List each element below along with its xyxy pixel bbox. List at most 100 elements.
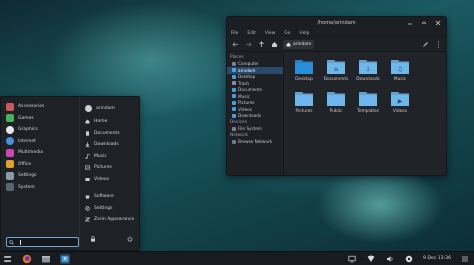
place-software[interactable]: Software <box>81 191 139 203</box>
toolbar: arindam <box>227 38 446 52</box>
user-item[interactable]: arindam <box>81 101 139 116</box>
software-store-button[interactable] <box>60 253 70 264</box>
folder-downloads-icon: ↓ <box>359 60 377 74</box>
screen-icon <box>348 255 356 262</box>
window-titlebar[interactable]: /home/arindam <box>227 17 446 29</box>
place-pictures[interactable]: Pictures <box>81 162 139 174</box>
category-office[interactable]: Office <box>1 159 79 171</box>
sidebar: Places Computer arindam Desktop Trash Do… <box>227 52 284 175</box>
minimize-icon <box>408 23 412 25</box>
notification-icon <box>405 255 413 262</box>
category-games[interactable]: Games <box>1 113 79 125</box>
edit-path-button[interactable] <box>421 41 429 49</box>
menu-view[interactable]: View <box>265 31 275 36</box>
place-label: Music <box>94 153 107 159</box>
folder-item-videos[interactable]: ▶ Videos <box>384 90 416 114</box>
volume-button[interactable] <box>385 254 395 264</box>
session-buttons <box>89 235 133 242</box>
menu-go[interactable]: Go <box>284 31 290 36</box>
workspace-button[interactable] <box>347 254 357 264</box>
videos-icon <box>85 177 90 182</box>
power-icon <box>127 235 132 242</box>
power-button[interactable] <box>126 235 133 242</box>
more-options-button[interactable] <box>434 41 442 49</box>
settings-icon <box>6 171 14 180</box>
sidebar-item-label: Videos <box>238 106 252 112</box>
folder-item-documents[interactable]: ≡ Documents <box>320 58 352 82</box>
folder-item-music[interactable]: ♫ Music <box>384 58 416 82</box>
zorin-menu-button[interactable] <box>3 254 13 264</box>
show-desktop-button[interactable] <box>460 254 470 264</box>
more-vertical-icon <box>437 41 439 48</box>
folder-item-pictures[interactable]: Pictures <box>288 90 320 114</box>
software-icon <box>85 194 90 199</box>
category-internet[interactable]: Internet <box>1 136 79 148</box>
close-button[interactable] <box>434 19 442 27</box>
arrow-right-icon <box>245 42 252 47</box>
folder-templates-icon <box>359 92 377 106</box>
category-label: Multimedia <box>18 150 44 156</box>
sidebar-item-label: Documents <box>238 87 262 93</box>
files-button[interactable] <box>41 254 51 264</box>
forward-button[interactable] <box>244 41 252 49</box>
sidebar-item-label: Music <box>238 93 250 99</box>
firefox-button[interactable] <box>22 254 32 264</box>
folder-item-public[interactable]: Public <box>320 90 352 114</box>
file-view[interactable]: Desktop ≡ Documents ↓ Downloads ♫ Music Picture… <box>284 52 446 175</box>
breadcrumb[interactable]: arindam <box>283 40 315 49</box>
text-caret <box>20 239 21 245</box>
category-system[interactable]: System <box>1 182 79 194</box>
place-settings[interactable]: Settings <box>81 203 139 215</box>
folder-documents-icon: ≡ <box>327 60 345 74</box>
search-input[interactable] <box>6 237 79 247</box>
file-manager-window[interactable]: /home/arindam File Edit View Go Help ari… <box>226 16 447 176</box>
lock-button[interactable] <box>89 235 96 242</box>
software-store-icon <box>61 255 69 262</box>
category-label: Graphics <box>18 127 38 133</box>
minimize-button[interactable] <box>406 19 414 27</box>
place-home[interactable]: Home <box>81 116 139 128</box>
music-icon <box>85 153 90 159</box>
sidebar-item-label: File System <box>238 126 262 132</box>
place-music[interactable]: Music <box>81 151 139 163</box>
category-multimedia[interactable]: Multimedia <box>1 147 79 159</box>
zorin-appearance-icon <box>85 217 90 222</box>
category-label: Office <box>18 161 32 167</box>
home-icon <box>232 68 236 73</box>
category-settings[interactable]: Settings <box>1 170 79 182</box>
multimedia-icon <box>6 148 14 157</box>
category-accessories[interactable]: Accessories <box>1 101 79 113</box>
menu-help[interactable]: Help <box>299 31 309 36</box>
arrow-left-icon <box>231 42 238 47</box>
folder-item-desktop[interactable]: Desktop <box>288 58 320 82</box>
home-button[interactable] <box>270 41 278 49</box>
menu-divider <box>79 97 80 250</box>
place-videos[interactable]: Videos <box>81 174 139 186</box>
folder-label: Music <box>393 77 407 82</box>
category-label: Settings <box>18 173 37 179</box>
taskbar: 9 Dec 13:36 <box>0 251 474 265</box>
home-icon <box>286 42 291 47</box>
clock[interactable]: 9 Dec 13:36 <box>423 256 451 261</box>
menu-edit[interactable]: Edit <box>247 31 256 36</box>
place-downloads[interactable]: Downloads <box>81 139 139 151</box>
firefox-icon <box>22 254 32 263</box>
notifications-button[interactable] <box>404 254 414 264</box>
search-icon <box>9 239 14 245</box>
folder-item-downloads[interactable]: ↓ Downloads <box>352 58 384 82</box>
svg-text:▶: ▶ <box>398 98 403 105</box>
place-label: Home <box>94 119 108 125</box>
sidebar-item-browse-network[interactable]: Browse Network <box>227 139 283 146</box>
network-status-button[interactable] <box>366 254 376 264</box>
folder-item-templates[interactable]: Templates <box>352 90 384 114</box>
category-label: Internet <box>18 138 36 144</box>
maximize-button[interactable] <box>420 19 428 27</box>
back-button[interactable] <box>231 41 239 49</box>
category-graphics[interactable]: Graphics <box>1 124 79 136</box>
category-list: Accessories Games Graphics Internet Mult… <box>1 101 79 193</box>
place-documents[interactable]: Documents <box>81 128 139 140</box>
place-zorin-appearance[interactable]: Zorin Appearance <box>81 214 139 226</box>
up-button[interactable] <box>257 41 265 49</box>
menu-file[interactable]: File <box>231 31 238 36</box>
folder-label: Desktop <box>295 77 313 82</box>
